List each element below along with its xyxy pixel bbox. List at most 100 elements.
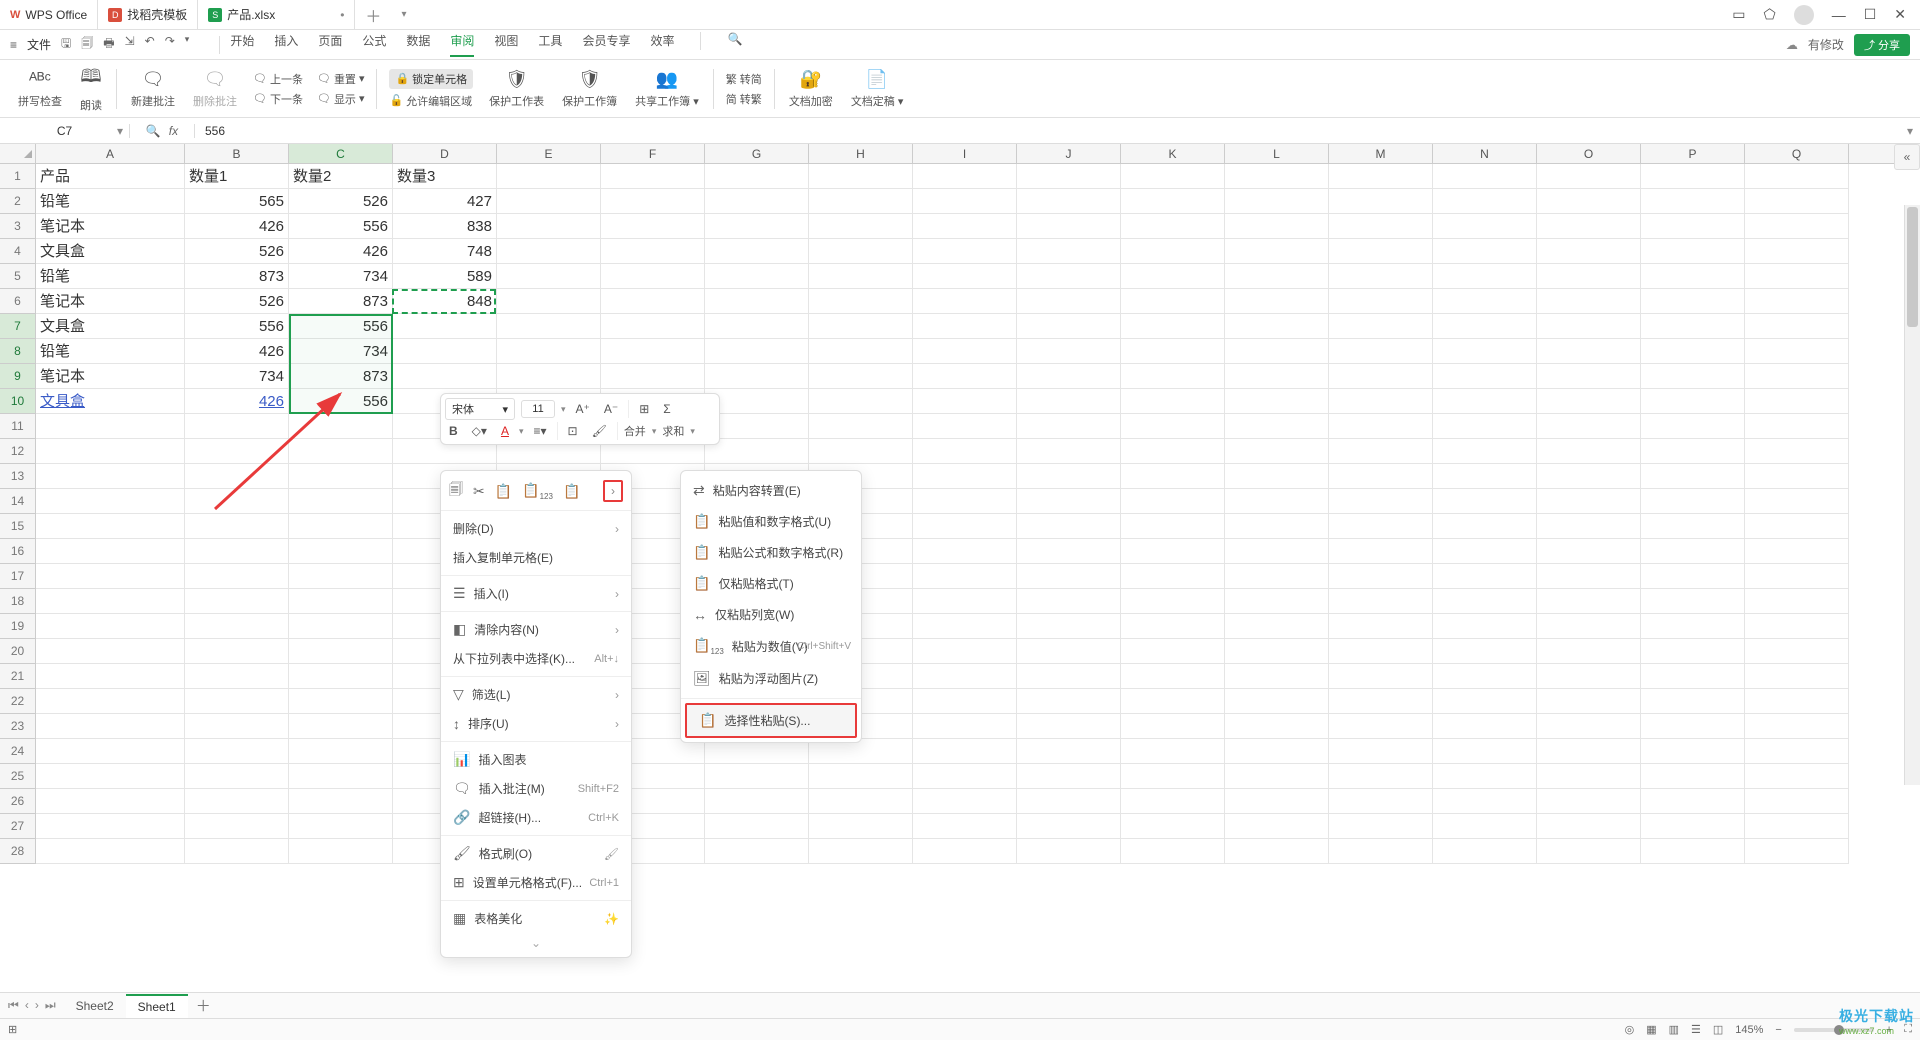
cell[interactable]	[1121, 289, 1225, 314]
cell[interactable]	[705, 789, 809, 814]
cell[interactable]	[1017, 564, 1121, 589]
cell[interactable]	[705, 839, 809, 864]
tab-start[interactable]: 开始	[230, 32, 254, 57]
save-icon[interactable]: 🖫	[61, 34, 71, 55]
cell[interactable]	[809, 839, 913, 864]
cell[interactable]	[1537, 439, 1641, 464]
ribbon-next[interactable]: 🗨下一条	[253, 91, 303, 107]
ribbon-simp[interactable]: 繁 转简	[726, 71, 762, 87]
paste-values-icon[interactable]: 📋123	[522, 482, 553, 501]
cell[interactable]	[1745, 464, 1849, 489]
col-header[interactable]: E	[497, 144, 601, 163]
row-header[interactable]: 8	[0, 339, 35, 364]
cell[interactable]	[809, 264, 913, 289]
cell[interactable]	[393, 314, 497, 339]
cell[interactable]	[1017, 464, 1121, 489]
cell[interactable]	[1329, 714, 1433, 739]
cell[interactable]	[705, 814, 809, 839]
cell[interactable]	[1537, 489, 1641, 514]
cell[interactable]	[1745, 314, 1849, 339]
cell[interactable]	[185, 764, 289, 789]
cell[interactable]	[1745, 489, 1849, 514]
cell[interactable]	[1641, 414, 1745, 439]
select-all-corner[interactable]	[0, 144, 36, 164]
cell[interactable]	[705, 389, 809, 414]
sum-label[interactable]: 求和	[662, 423, 684, 439]
cell[interactable]: 文具盒	[36, 239, 185, 264]
cell[interactable]: 数量2	[289, 164, 393, 189]
cell[interactable]	[36, 764, 185, 789]
ctx-delete[interactable]: 删除(D)›	[441, 514, 631, 543]
status-mode-icon[interactable]: ⊞	[8, 1023, 17, 1036]
cell[interactable]	[1745, 664, 1849, 689]
cell[interactable]	[1433, 539, 1537, 564]
col-header[interactable]: A	[36, 144, 185, 163]
add-tab-button[interactable]: ＋	[355, 3, 391, 27]
cell[interactable]	[1433, 689, 1537, 714]
cell[interactable]	[1017, 389, 1121, 414]
cell[interactable]	[601, 239, 705, 264]
cell[interactable]	[1329, 689, 1433, 714]
cell[interactable]	[705, 364, 809, 389]
cell[interactable]	[1537, 589, 1641, 614]
cell[interactable]: 铅笔	[36, 339, 185, 364]
ribbon-read[interactable]: 🕮 朗读	[72, 64, 110, 113]
cell[interactable]: 数量3	[393, 164, 497, 189]
row-header[interactable]: 18	[0, 589, 35, 614]
cell[interactable]	[185, 714, 289, 739]
cell[interactable]	[289, 714, 393, 739]
cell[interactable]	[289, 464, 393, 489]
cell[interactable]	[1017, 589, 1121, 614]
col-header[interactable]: G	[705, 144, 809, 163]
cell[interactable]	[289, 814, 393, 839]
cell[interactable]	[289, 739, 393, 764]
cell[interactable]	[289, 639, 393, 664]
cell[interactable]	[601, 264, 705, 289]
cell[interactable]	[1537, 839, 1641, 864]
cell[interactable]	[1225, 564, 1329, 589]
cell[interactable]	[36, 489, 185, 514]
cell[interactable]	[1121, 189, 1225, 214]
export-icon[interactable]: ⇲	[125, 34, 135, 55]
sub-as-value[interactable]: 📋123粘贴为数值(V)Ctrl+Shift+V	[681, 630, 861, 663]
cell[interactable]	[1537, 389, 1641, 414]
cell[interactable]	[1433, 839, 1537, 864]
cell[interactable]: 565	[185, 189, 289, 214]
cell[interactable]	[1745, 564, 1849, 589]
cell[interactable]	[1017, 739, 1121, 764]
cell[interactable]	[705, 264, 809, 289]
cell[interactable]	[913, 739, 1017, 764]
cell[interactable]	[1641, 614, 1745, 639]
cell[interactable]	[1225, 414, 1329, 439]
cell[interactable]	[601, 364, 705, 389]
cell[interactable]	[1329, 239, 1433, 264]
font-color-icon[interactable]: A	[497, 422, 513, 440]
cell[interactable]	[1121, 789, 1225, 814]
cell[interactable]	[185, 489, 289, 514]
cell[interactable]	[1537, 364, 1641, 389]
cell[interactable]: 笔记本	[36, 364, 185, 389]
ribbon-share-book[interactable]: 👥 共享工作簿 ▾	[627, 64, 707, 113]
row-header[interactable]: 11	[0, 414, 35, 439]
cell[interactable]	[1433, 389, 1537, 414]
cell[interactable]	[809, 364, 913, 389]
cell[interactable]	[497, 264, 601, 289]
cell[interactable]	[1329, 164, 1433, 189]
cell[interactable]	[601, 164, 705, 189]
ctx-hyperlink[interactable]: 🔗超链接(H)...Ctrl+K	[441, 803, 631, 832]
cell[interactable]	[705, 214, 809, 239]
cell[interactable]: 笔记本	[36, 214, 185, 239]
cell[interactable]	[1745, 339, 1849, 364]
zoom-icon[interactable]: 🔍	[146, 124, 161, 138]
zoom-value[interactable]: 145%	[1735, 1024, 1763, 1036]
cell[interactable]	[1641, 164, 1745, 189]
cell[interactable]	[809, 314, 913, 339]
col-header[interactable]: J	[1017, 144, 1121, 163]
sheet-last-icon[interactable]: ⏭	[45, 998, 56, 1013]
sheet-tab-active[interactable]: Sheet1	[126, 994, 188, 1018]
cell[interactable]	[913, 564, 1017, 589]
cell[interactable]	[1433, 189, 1537, 214]
cell[interactable]	[1329, 314, 1433, 339]
cell[interactable]	[601, 214, 705, 239]
sheet-prev-icon[interactable]: ‹	[25, 998, 29, 1013]
